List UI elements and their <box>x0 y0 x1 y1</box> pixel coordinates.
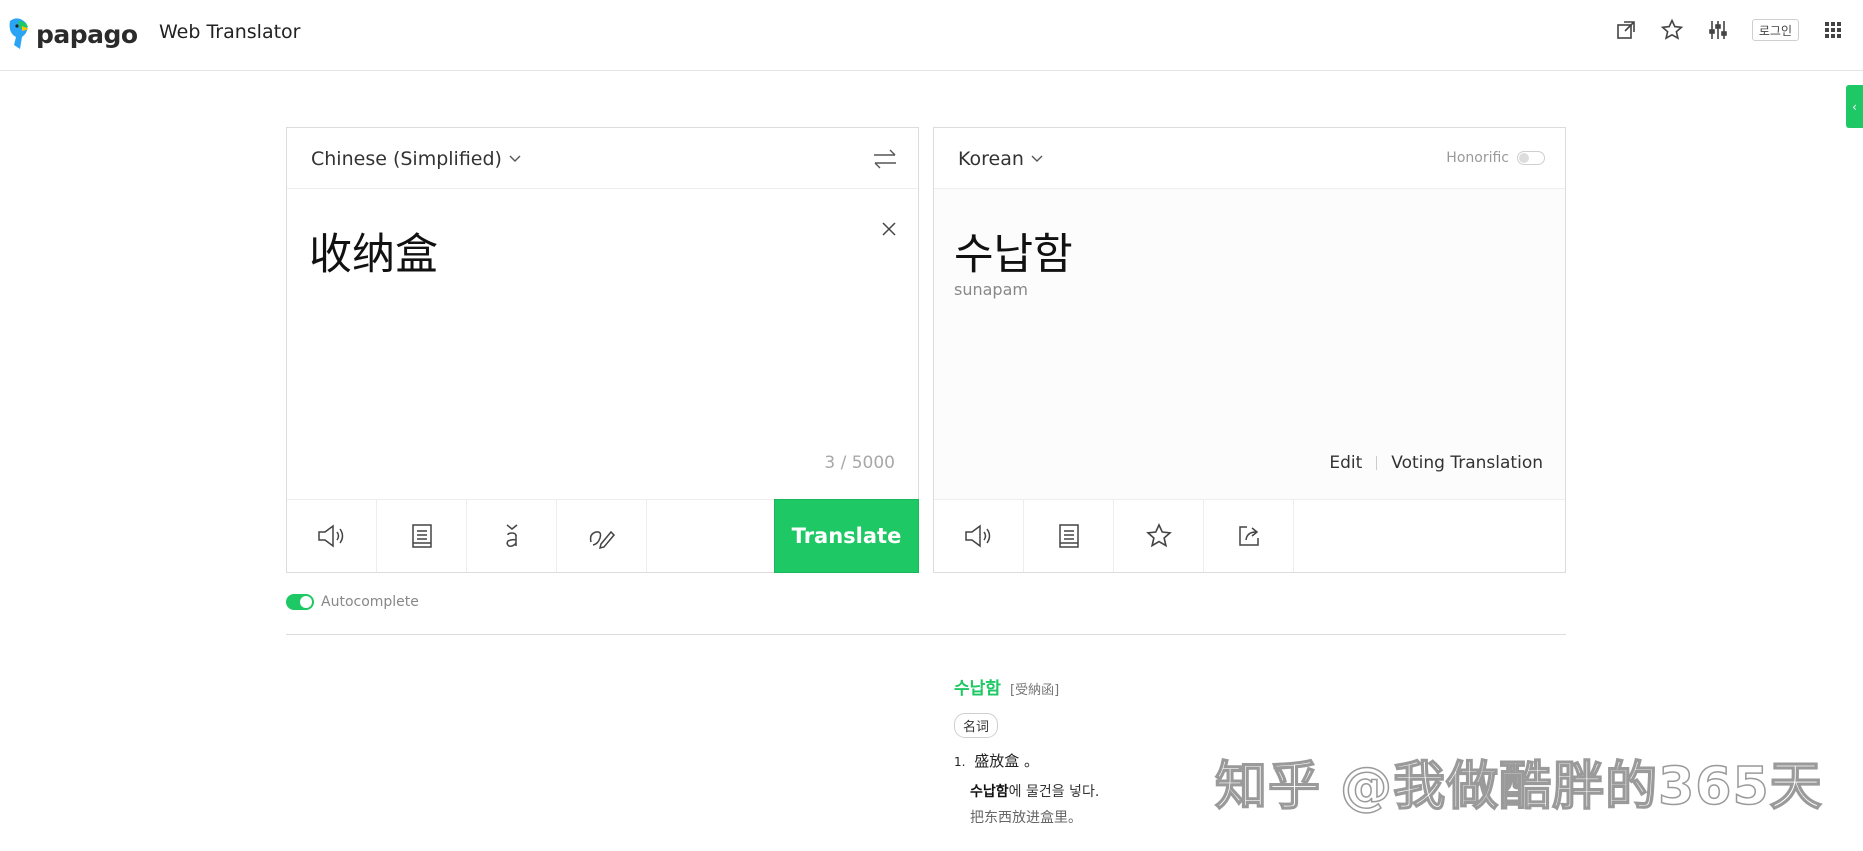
translated-text: 수납함 <box>954 230 1073 280</box>
source-language-select[interactable]: Chinese (Simplified) <box>311 148 522 170</box>
edit-link[interactable]: Edit <box>1329 453 1362 473</box>
star-icon <box>1145 522 1172 548</box>
chevron-down-icon <box>1031 155 1043 162</box>
external-window-icon[interactable] <box>1614 18 1638 42</box>
pronunciation-text: sunapam <box>954 280 1028 299</box>
favorite-button[interactable] <box>1114 500 1204 572</box>
speaker-icon <box>317 524 343 548</box>
autocomplete-toggle[interactable]: Autocomplete <box>286 594 419 610</box>
example-chinese: 把东西放进盒里。 <box>970 810 1082 826</box>
watermark-text: 知乎 @我做酷胖的365天 <box>1214 756 1823 818</box>
meaning-text: 盛放盒 。 <box>974 752 1040 770</box>
speaker-icon <box>964 524 990 548</box>
header-actions: 로그인 <box>1614 18 1845 42</box>
top-header: papago Web Translator 로그인 <box>0 0 1863 71</box>
honorific-label: Honorific <box>1446 150 1509 166</box>
divider <box>1376 456 1378 470</box>
document-icon <box>411 524 432 548</box>
pinyin-icon <box>505 524 517 547</box>
dictionary-meaning: 1. 盛放盒 。 <box>954 750 1099 771</box>
meaning-number: 1. <box>954 755 966 769</box>
share-button[interactable] <box>1204 500 1294 572</box>
autocomplete-label: Autocomplete <box>321 594 419 610</box>
login-button[interactable]: 로그인 <box>1751 19 1799 41</box>
service-title: Web Translator <box>159 21 301 43</box>
section-divider <box>286 634 1566 635</box>
target-toolbar <box>934 499 1565 572</box>
honorific-switch[interactable] <box>1517 151 1545 165</box>
source-language-label: Chinese (Simplified) <box>311 148 502 170</box>
papago-logo[interactable]: papago <box>6 16 138 52</box>
dictionary-entry-header: 수납함 [受納函] <box>954 674 1099 699</box>
listen-source-button[interactable] <box>287 500 377 572</box>
dictionary-word[interactable]: 수납함 <box>954 679 1001 699</box>
parrot-logo-icon <box>9 18 29 49</box>
chevron-left-icon: ‹ <box>1852 99 1857 114</box>
source-panel: Chinese (Simplified) 收纳盒 3 / 5000 Transl… <box>286 127 919 573</box>
honorific-toggle[interactable]: Honorific <box>1446 150 1545 166</box>
character-count: 3 / 5000 <box>824 453 895 473</box>
logo-text: papago <box>36 19 138 49</box>
part-of-speech-badge: 名词 <box>954 713 999 738</box>
swap-languages-icon[interactable] <box>872 148 898 170</box>
listen-target-button[interactable] <box>934 500 1024 572</box>
dictionary-hanja: [受納函] <box>1010 683 1060 698</box>
side-panel-toggle[interactable]: ‹ <box>1846 85 1863 128</box>
target-language-label: Korean <box>958 148 1024 170</box>
source-text-input[interactable]: 收纳盒 <box>309 220 438 282</box>
translation-actions: Edit Voting Translation <box>1329 453 1543 473</box>
copy-source-button[interactable] <box>377 500 467 572</box>
autocomplete-switch[interactable] <box>286 594 314 610</box>
example-korean: 수납함에 물건을 넣다. <box>970 781 1099 801</box>
handwriting-button[interactable] <box>557 500 647 572</box>
target-panel: Korean Honorific 수납함 sunapam Edit Voting… <box>933 127 1566 573</box>
source-panel-header: Chinese (Simplified) <box>287 128 918 189</box>
pinyin-button[interactable] <box>467 500 557 572</box>
dictionary-section: 수납함 [受納函] 名词 1. 盛放盒 。 수납함에 물건을 넣다. 把东西放进… <box>954 674 1099 827</box>
handwriting-icon <box>589 530 615 550</box>
clear-text-icon[interactable] <box>880 220 898 238</box>
translate-button[interactable]: Translate <box>774 499 919 573</box>
document-icon <box>1058 524 1079 548</box>
example-korean-rest: 에 물건을 넣다. <box>1008 784 1100 800</box>
chevron-down-icon <box>509 155 521 162</box>
settings-sliders-icon[interactable] <box>1706 18 1730 42</box>
apps-grid-icon[interactable] <box>1821 18 1845 42</box>
voting-translation-link[interactable]: Voting Translation <box>1391 453 1543 473</box>
target-language-select[interactable]: Korean <box>958 148 1044 170</box>
share-icon <box>1238 526 1259 546</box>
example-korean-highlight: 수납함 <box>970 784 1009 800</box>
source-toolbar: Translate <box>287 499 919 573</box>
star-icon[interactable] <box>1660 18 1684 42</box>
copy-target-button[interactable] <box>1024 500 1114 572</box>
target-panel-header: Korean Honorific <box>934 128 1565 189</box>
